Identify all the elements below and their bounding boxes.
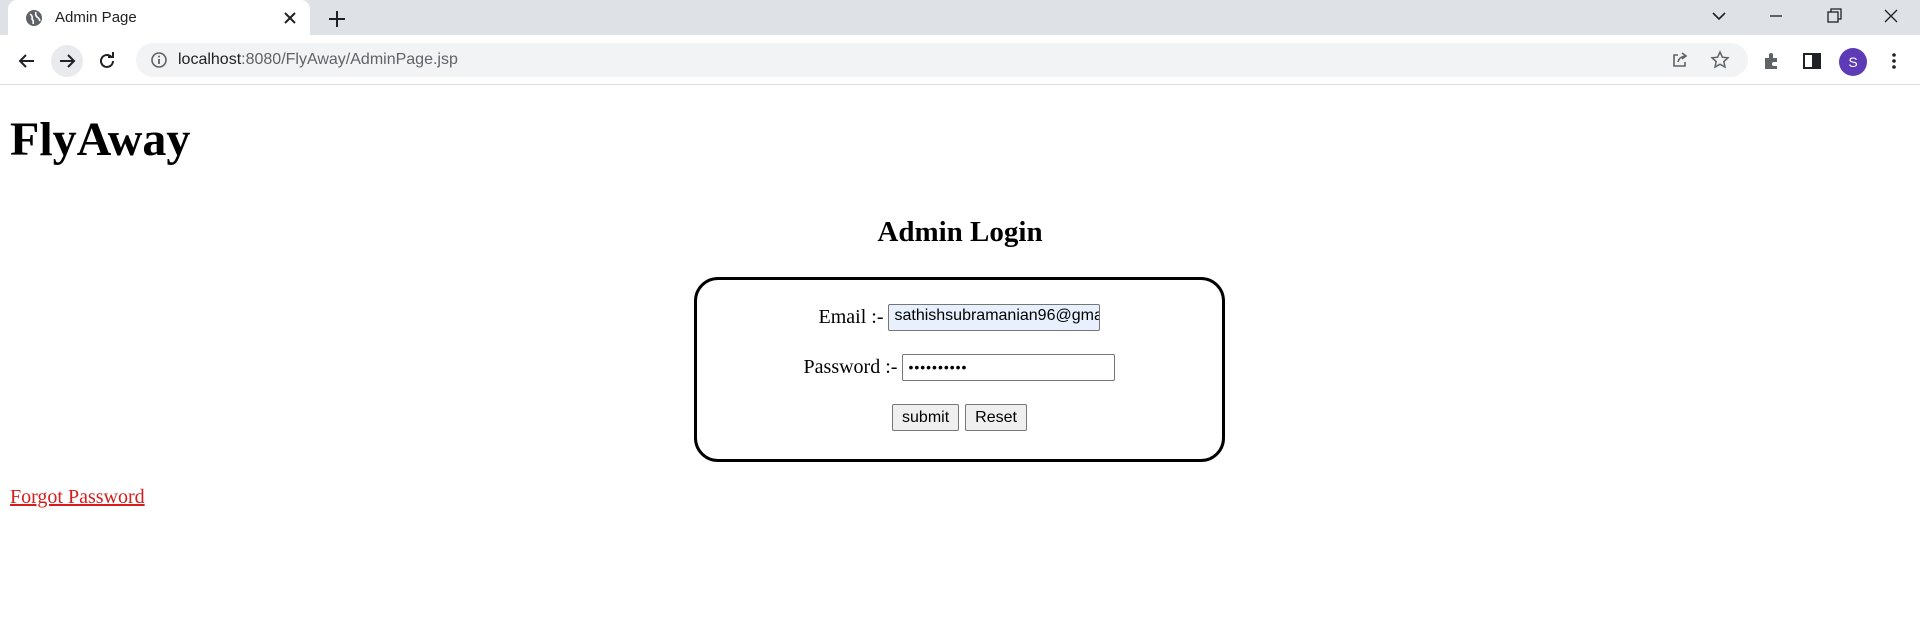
- tab-strip: Admin Page: [0, 0, 1920, 35]
- reload-icon: [100, 52, 114, 68]
- email-field[interactable]: sathishsubramanian96@gmail.com: [888, 304, 1101, 331]
- back-button[interactable]: [11, 45, 43, 77]
- new-tab-icon[interactable]: [326, 8, 348, 30]
- login-form-box: Email :- sathishsubramanian96@gmail.com …: [694, 277, 1225, 462]
- page-content: FlyAway Admin Login Email :- sathishsubr…: [0, 86, 1920, 630]
- share-icon[interactable]: [1670, 50, 1690, 70]
- menu-kebab-icon[interactable]: [1883, 50, 1905, 72]
- reset-button[interactable]: Reset: [965, 404, 1027, 431]
- tab-admin-page[interactable]: Admin Page: [8, 0, 310, 35]
- email-row: Email :- sathishsubramanian96@gmail.com: [697, 304, 1222, 331]
- submit-button[interactable]: submit: [892, 404, 960, 431]
- url-text: localhost:8080/FlyAway/AdminPage.jsp: [178, 51, 458, 69]
- extensions-icon[interactable]: [1761, 50, 1783, 72]
- reload-button[interactable]: [91, 45, 123, 77]
- login-heading: Admin Login: [877, 216, 1043, 248]
- forward-arrow-icon: [60, 54, 76, 68]
- forward-button[interactable]: [51, 45, 83, 77]
- site-info-icon[interactable]: [150, 51, 168, 69]
- side-panel-icon[interactable]: [1801, 50, 1823, 72]
- close-window-icon[interactable]: [1879, 4, 1903, 28]
- bookmark-star-icon[interactable]: [1710, 50, 1730, 70]
- password-label: Password :-: [803, 356, 898, 378]
- close-tab-icon[interactable]: [281, 9, 299, 27]
- globe-icon: [26, 10, 42, 26]
- browser-toolbar: localhost:8080/FlyAway/AdminPage.jsp S: [0, 35, 1920, 85]
- minimize-icon[interactable]: [1764, 4, 1788, 28]
- password-field[interactable]: ••••••••••: [902, 354, 1116, 381]
- back-arrow-icon: [18, 54, 34, 68]
- restore-icon[interactable]: [1822, 4, 1846, 28]
- email-label: Email :-: [818, 306, 884, 328]
- site-brand: FlyAway: [10, 113, 191, 166]
- tab-search-chevron-icon[interactable]: [1707, 4, 1731, 28]
- url-host: localhost: [178, 51, 242, 68]
- password-row: Password :- ••••••••••: [697, 354, 1222, 381]
- url-path: :8080/FlyAway/AdminPage.jsp: [241, 51, 458, 68]
- address-bar[interactable]: localhost:8080/FlyAway/AdminPage.jsp: [136, 43, 1748, 77]
- forgot-password-link[interactable]: Forgot Password: [10, 486, 145, 509]
- form-buttons: submit Reset: [697, 404, 1222, 431]
- tab-title: Admin Page: [55, 9, 137, 26]
- profile-avatar[interactable]: S: [1839, 48, 1867, 76]
